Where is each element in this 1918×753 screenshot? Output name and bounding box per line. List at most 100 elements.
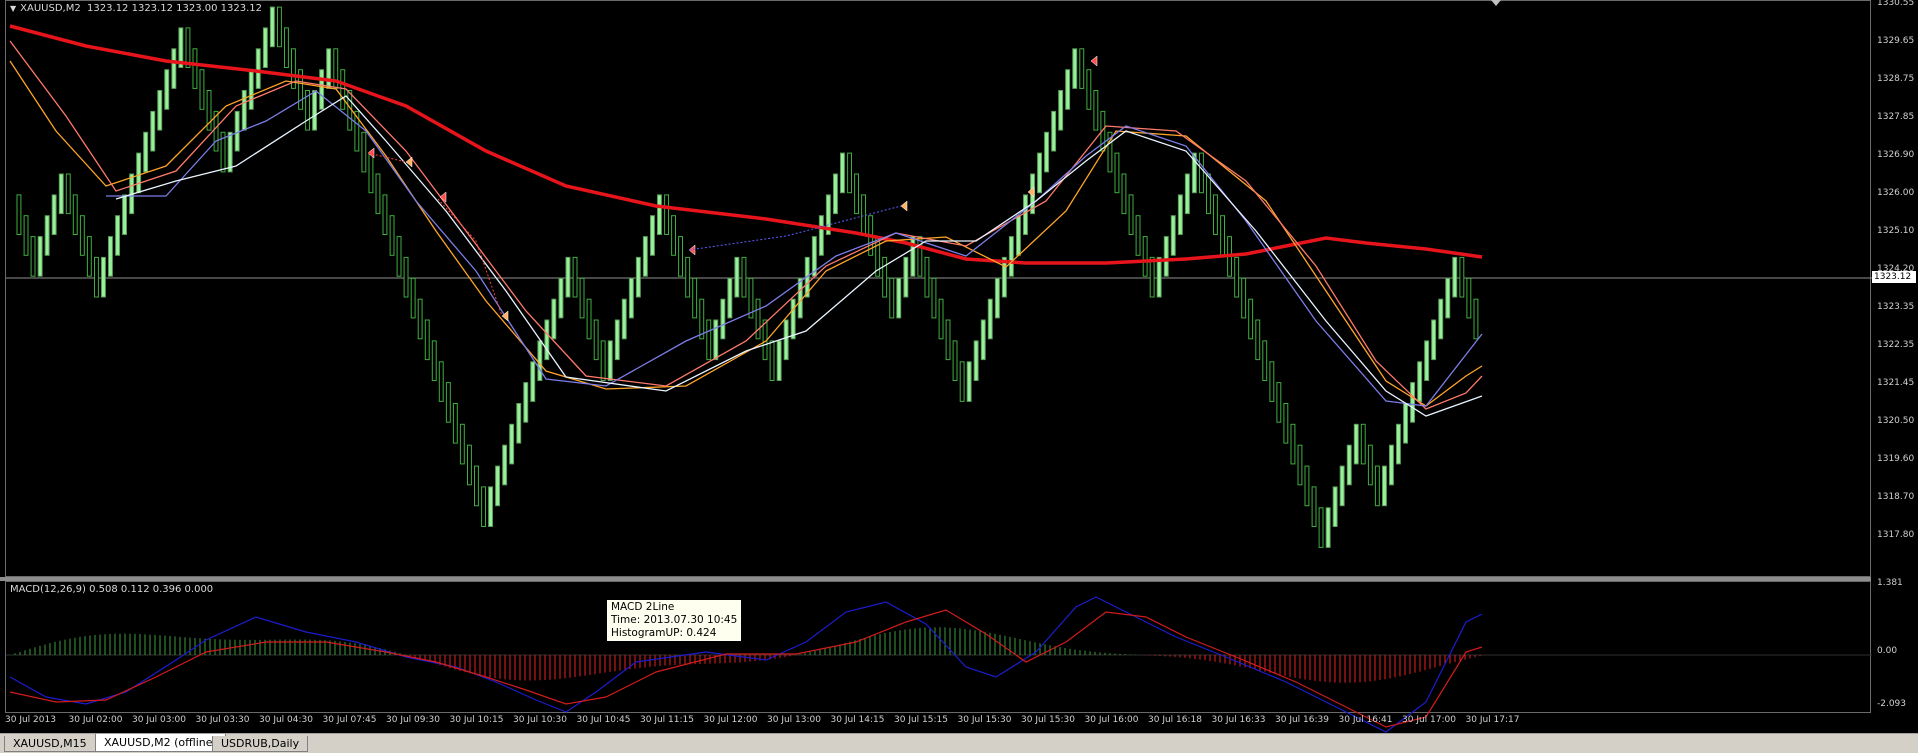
renko-brick-down xyxy=(1206,173,1211,215)
ma-orange-line xyxy=(9,60,1483,407)
macd-indicator-label: MACD(12,26,9) 0.508 0.112 0.396 0.000 xyxy=(10,584,214,595)
macd-pane[interactable]: MACD(12,26,9) 0.508 0.112 0.396 0.000 xyxy=(5,581,1872,733)
time-tick-label: 30 Jul 07:45 xyxy=(322,715,377,725)
renko-brick-up xyxy=(1396,423,1401,465)
renko-brick-up xyxy=(657,194,662,235)
ma-white-line xyxy=(115,95,1483,417)
renko-brick-down xyxy=(1149,256,1155,298)
renko-brick-down xyxy=(685,256,691,298)
renko-brick-down xyxy=(1262,340,1268,381)
renko-brick-down xyxy=(1241,277,1247,319)
renko-brick-down xyxy=(431,340,437,381)
renko-brick-up xyxy=(502,444,508,486)
price-tick-label: 1325.10 xyxy=(1877,226,1915,236)
renko-brick-up xyxy=(994,277,1000,319)
renko-brick-down xyxy=(459,423,465,465)
macd-tick-label: 0.00 xyxy=(1877,646,1898,656)
renko-brick-down xyxy=(1297,444,1303,486)
renko-brick-down xyxy=(30,236,36,277)
renko-brick-down xyxy=(861,194,866,235)
renko-brick-up xyxy=(495,465,501,507)
renko-brick-up xyxy=(783,319,789,361)
renko-brick-up xyxy=(44,215,50,256)
renko-brick-up xyxy=(903,256,909,298)
renko-brick-down xyxy=(938,298,944,340)
ma-salmon-line xyxy=(9,40,1483,410)
renko-brick-down xyxy=(382,194,388,235)
renko-brick-up xyxy=(1339,465,1345,507)
renko-brick-up xyxy=(227,131,233,173)
macd-tick-label: 1.381 xyxy=(1877,578,1903,588)
renko-brick-down xyxy=(396,236,402,277)
tab-xauusd-m2-offline[interactable]: XAUUSD,M2 (offline) xyxy=(95,734,226,752)
macd-main-line xyxy=(9,596,1483,733)
renko-brick-up xyxy=(1051,110,1057,152)
chevron-down-icon[interactable]: ▼ xyxy=(10,4,16,13)
renko-brick-down xyxy=(1459,256,1465,298)
chart-symbol-label: XAUUSD,M2 1323.12 1323.12 1323.00 1323.1… xyxy=(20,3,263,14)
price-tick-label: 1330.55 xyxy=(1877,0,1915,8)
time-tick-label: 30 Jul 15:15 xyxy=(894,715,948,725)
signal-trail-red xyxy=(367,152,503,317)
renko-brick-down xyxy=(199,69,205,110)
price-chart-pane[interactable]: ▼ XAUUSD,M2 1323.12 1323.12 1323.00 1323.… xyxy=(5,0,1872,577)
time-tick-label: 30 Jul 16:39 xyxy=(1275,715,1329,725)
tooltip-line-name: MACD 2Line xyxy=(611,601,675,613)
renko-brick-up xyxy=(1058,90,1064,131)
renko-brick-up xyxy=(607,340,613,381)
renko-brick-up xyxy=(516,403,522,444)
price-chart-canvas xyxy=(6,6,1872,548)
renko-brick-down xyxy=(579,277,585,319)
renko-brick-down xyxy=(1220,215,1225,256)
renko-brick-down xyxy=(959,361,965,402)
shift-marker-icon[interactable] xyxy=(1491,0,1501,6)
renko-brick-up xyxy=(1452,256,1458,298)
renko-brick-down xyxy=(1318,507,1324,548)
renko-brick-up xyxy=(523,382,529,423)
renko-brick-down xyxy=(847,152,852,194)
renko-brick-up xyxy=(896,277,902,319)
current-price-badge: 1323.12 xyxy=(1872,271,1916,283)
price-axis[interactable]: 1330.55 1329.65 1328.75 1327.85 1326.90 1326.… xyxy=(1871,0,1918,577)
renko-brick-down xyxy=(1311,486,1317,527)
renko-brick-down xyxy=(600,340,606,381)
renko-brick-up xyxy=(58,173,64,215)
time-axis[interactable]: 30 Jul 2013 30 Jul 02:00 30 Jul 03:00 30 Ju… xyxy=(5,714,1871,728)
renko-brick-up xyxy=(1431,319,1437,361)
renko-brick-down xyxy=(86,236,92,277)
renko-brick-down xyxy=(917,236,923,277)
macd-axis[interactable]: 1.381 0.00 -2.093 xyxy=(1871,578,1918,713)
renko-brick-up xyxy=(565,256,571,298)
renko-brick-up xyxy=(1156,256,1162,298)
macd-tick-label: -2.093 xyxy=(1877,699,1907,709)
renko-brick-up xyxy=(157,90,163,131)
price-tick-label: 1321.45 xyxy=(1877,378,1915,388)
renko-brick-down xyxy=(931,277,937,319)
renko-brick-up xyxy=(1389,444,1394,486)
time-tick-label: 30 Jul 09:30 xyxy=(386,715,440,725)
renko-brick-up xyxy=(51,194,57,235)
renko-brick-up xyxy=(1424,340,1430,381)
renko-brick-up xyxy=(734,256,740,298)
renko-brick-up xyxy=(558,277,564,319)
renko-brick-up xyxy=(262,27,268,68)
time-tick-label: 30 Jul 16:33 xyxy=(1211,715,1266,725)
time-tick-label: 30 Jul 14:15 xyxy=(830,715,885,725)
renko-brick-down xyxy=(882,256,888,298)
time-tick-label: 30 Jul 04:30 xyxy=(259,715,313,725)
tab-usdrub-daily[interactable]: USDRUB,Daily xyxy=(212,736,309,752)
price-tick-label: 1326.90 xyxy=(1877,150,1915,160)
tab-xauusd-m15[interactable]: XAUUSD,M15 xyxy=(4,736,96,752)
renko-brick-down xyxy=(1142,236,1148,277)
terminal-window: ▼ XAUUSD,M2 1323.12 1323.12 1323.00 1323.… xyxy=(0,0,1918,753)
renko-brick-up xyxy=(248,69,254,110)
renko-brick-up xyxy=(980,319,986,361)
renko-brick-up xyxy=(1184,173,1190,215)
renko-brick-up xyxy=(319,69,325,110)
renko-brick-up xyxy=(171,48,177,89)
renko-brick-down xyxy=(769,340,775,381)
renko-brick-up xyxy=(255,48,261,89)
time-tick-label: 30 Jul 13:00 xyxy=(767,715,821,725)
renko-brick-up xyxy=(1325,507,1331,548)
macd-canvas xyxy=(6,596,1872,733)
